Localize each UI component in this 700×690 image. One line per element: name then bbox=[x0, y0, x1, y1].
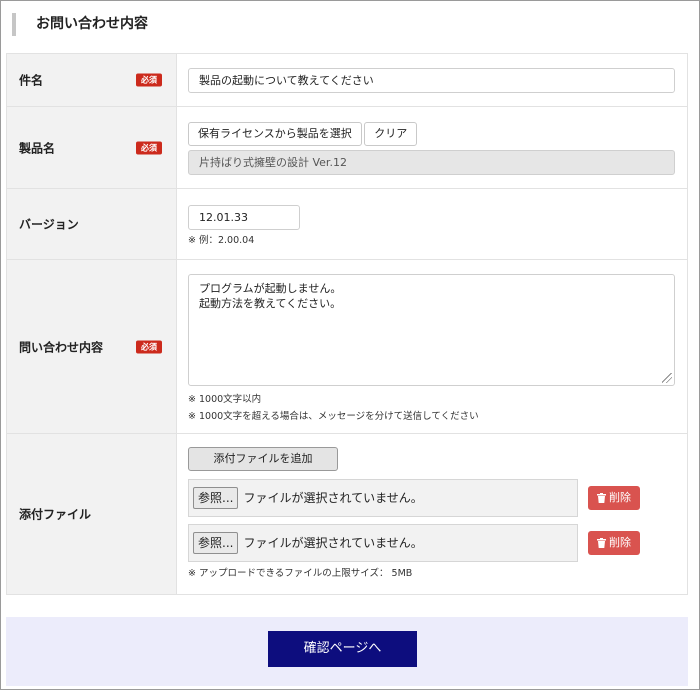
browse-button[interactable]: 参照... bbox=[193, 531, 239, 554]
file-input: 参照... ファイルが選択されていません。 bbox=[188, 523, 578, 562]
subject-label: 件名 bbox=[19, 73, 44, 88]
file-input: 参照... ファイルが選択されていません。 bbox=[188, 478, 578, 517]
browse-button[interactable]: 参照... bbox=[193, 486, 239, 509]
attachment-label: 添付ファイル bbox=[19, 507, 92, 522]
clear-button[interactable]: クリア bbox=[364, 121, 418, 146]
delete-button[interactable]: 削除 bbox=[588, 530, 640, 555]
attachment-value-cell: 添付ファイルを追加 参照... ファイルが選択されていません。 削除 参照...… bbox=[176, 433, 688, 595]
inquiry-label-cell: 問い合わせ内容 必須 bbox=[6, 259, 177, 434]
inquiry-form-panel: お問い合わせ内容 件名 必須 製品の起動について教えてください 製品名 必須 保… bbox=[0, 0, 700, 690]
version-example-note: ※ 例：2.00.04 bbox=[188, 234, 255, 246]
product-name-field: 片持ばり式擁壁の設計 Ver.12 bbox=[188, 149, 675, 175]
version-label: バージョン bbox=[19, 217, 79, 232]
section-title: お問い合わせ内容 bbox=[12, 13, 148, 36]
inquiry-text-line: プログラムが起動しません。 bbox=[199, 282, 342, 295]
version-row: バージョン 12.01.33 ※ 例：2.00.04 bbox=[6, 188, 688, 260]
attachment-row: 添付ファイル 添付ファイルを追加 参照... ファイルが選択されていません。 削… bbox=[6, 433, 688, 595]
delete-label: 削除 bbox=[609, 490, 631, 504]
required-badge: 必須 bbox=[136, 340, 162, 353]
product-label-cell: 製品名 必須 bbox=[6, 106, 177, 189]
split-message-note: ※ 1000文字を超える場合は、メッセージを分けて送信してください bbox=[188, 411, 479, 422]
subject-row: 件名 必須 製品の起動について教えてください bbox=[6, 53, 688, 107]
inquiry-value-cell: プログラムが起動しません。 起動方法を教えてください。 ※ 1000文字以内 ※… bbox=[176, 259, 688, 434]
subject-input[interactable]: 製品の起動について教えてください bbox=[188, 67, 675, 93]
inquiry-text-line: 起動方法を教えてください。 bbox=[199, 297, 342, 310]
char-limit-note: ※ 1000文字以内 bbox=[188, 394, 262, 405]
subject-label-cell: 件名 必須 bbox=[6, 53, 177, 107]
version-value-cell: 12.01.33 ※ 例：2.00.04 bbox=[176, 188, 688, 260]
form-footer: 確認ページへ bbox=[6, 617, 688, 686]
delete-label: 削除 bbox=[609, 535, 631, 549]
inquiry-textarea[interactable]: プログラムが起動しません。 起動方法を教えてください。 bbox=[188, 274, 675, 386]
add-attachment-button[interactable]: 添付ファイルを追加 bbox=[188, 446, 338, 471]
version-input[interactable]: 12.01.33 bbox=[188, 204, 300, 230]
trash-icon bbox=[597, 537, 606, 548]
file-row: 参照... ファイルが選択されていません。 削除 bbox=[188, 478, 675, 517]
confirm-page-button[interactable]: 確認ページへ bbox=[268, 631, 417, 667]
resize-handle-icon[interactable] bbox=[662, 373, 672, 383]
version-label-cell: バージョン bbox=[6, 188, 177, 260]
product-row: 製品名 必須 保有ライセンスから製品を選択 クリア 片持ばり式擁壁の設計 Ver… bbox=[6, 106, 688, 189]
select-product-button[interactable]: 保有ライセンスから製品を選択 bbox=[188, 121, 362, 146]
inquiry-label: 問い合わせ内容 bbox=[19, 340, 104, 354]
product-label: 製品名 bbox=[19, 141, 56, 155]
required-badge: 必須 bbox=[136, 141, 162, 154]
delete-button[interactable]: 削除 bbox=[588, 485, 640, 510]
file-status-text: ファイルが選択されていません。 bbox=[243, 536, 423, 550]
file-row: 参照... ファイルが選択されていません。 削除 bbox=[188, 523, 675, 562]
upload-limit-note: ※ アップロードできるファイルの上限サイズ： 5MB bbox=[188, 567, 413, 579]
form-table: 件名 必須 製品の起動について教えてください 製品名 必須 保有ライセンスから製… bbox=[6, 53, 688, 595]
attachment-label-cell: 添付ファイル bbox=[6, 433, 177, 595]
file-status-text: ファイルが選択されていません。 bbox=[243, 491, 423, 505]
product-value-cell: 保有ライセンスから製品を選択 クリア 片持ばり式擁壁の設計 Ver.12 bbox=[176, 106, 688, 189]
subject-value-cell: 製品の起動について教えてください bbox=[176, 53, 688, 107]
trash-icon bbox=[597, 492, 606, 503]
inquiry-row: 問い合わせ内容 必須 プログラムが起動しません。 起動方法を教えてください。 ※… bbox=[6, 259, 688, 434]
required-badge: 必須 bbox=[136, 73, 162, 87]
